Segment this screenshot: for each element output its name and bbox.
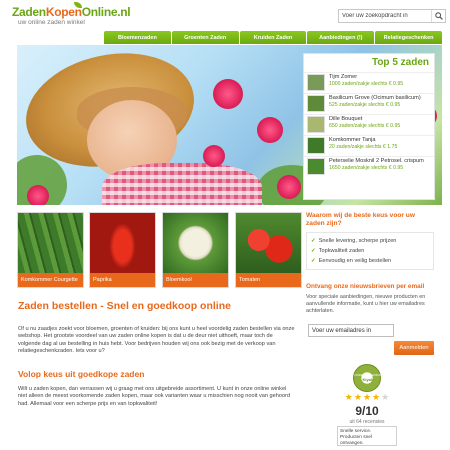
top5-panel: Top 5 zaden Tijm Zomer 1000 zaden/zakje s… — [303, 53, 435, 200]
list-item: ✓ Eenvoudig en veilig bestellen — [311, 258, 392, 264]
category-label[interactable]: Komkommer Courgette — [18, 273, 83, 287]
why-us-panel: Waarom wij de beste keus voor uw zaden z… — [306, 212, 434, 278]
search-box[interactable]: Voer uw zoekopdracht in — [338, 9, 446, 23]
nav-item-kruiden-zaden[interactable]: Kruiden Zaden — [239, 31, 307, 44]
award-seal-icon: ONDERSCHEIDING Kiyoh — [353, 364, 382, 392]
product-thumbnail — [307, 116, 325, 133]
category-label[interactable]: Paprika — [90, 273, 155, 287]
why-us-title: Waarom wij de beste keus voor uw zaden z… — [306, 212, 415, 227]
tomato-image — [236, 213, 301, 273]
logo-name: ZadenKopenOnline.nl — [12, 5, 131, 19]
nav-item-bloemenzaden[interactable]: Bloemenzaden — [104, 31, 171, 44]
star-rating: ★ ★ ★ ★ ★ — [336, 393, 398, 403]
search-button[interactable] — [431, 10, 445, 22]
intro-paragraph: Of u nu zaadjes zoekt voor bloemen, groe… — [18, 326, 295, 355]
category-label[interactable]: Bloemkool — [163, 273, 228, 287]
category-tile-paprika[interactable]: Paprika — [89, 212, 156, 288]
list-item: ✓ Topkwaliteit zaden — [311, 248, 365, 254]
logo-tagline: uw online zaden winkel — [18, 19, 85, 26]
list-item[interactable]: Tijm Zomer 1000 zaden/zakje slechts € 0.9… — [304, 72, 434, 93]
product-thumbnail — [307, 158, 325, 175]
check-icon: ✓ — [311, 238, 316, 244]
search-input[interactable]: Voer uw zoekopdracht in — [339, 13, 431, 19]
newsletter-text: Voor speciale aanbiedingen, nieuwe produ… — [306, 294, 426, 314]
cucumber-image — [18, 213, 83, 273]
product-thumbnail — [307, 137, 325, 154]
list-item[interactable]: Komkommer Tanja 20 zaden/zakje slechts € … — [304, 135, 434, 156]
section-heading: Volop keus uit goedkope zaden — [18, 369, 145, 379]
list-item: ✓ Snelle levering, scherpe prijzen — [311, 238, 397, 244]
search-icon — [434, 12, 443, 20]
cauliflower-image — [163, 213, 228, 273]
list-item[interactable]: Basilicum Grove (Ocimum basilicum) 525 za… — [304, 93, 434, 114]
site-logo[interactable]: ZadenKopenOnline.nl uw online zaden wink… — [12, 2, 131, 35]
nav-item-groenten-zaden[interactable]: Groenten Zaden — [171, 31, 239, 44]
category-tile-bloemkool[interactable]: Bloemkool — [162, 212, 229, 288]
star-icon: ★ — [353, 393, 362, 403]
list-item[interactable]: Dille Bouquet 650 zaden/zakje slechts € 0… — [304, 114, 434, 135]
check-icon: ✓ — [311, 258, 316, 264]
review-quote: Snelle service. Producten snel ontvangen… — [337, 426, 397, 446]
top5-title: Top 5 zaden — [371, 57, 429, 68]
why-us-list: ✓ Snelle levering, scherpe prijzen ✓ Topkw… — [306, 232, 434, 270]
star-icon: ★ — [344, 393, 353, 403]
star-icon: ★ — [372, 393, 381, 403]
list-item[interactable]: Peterselie Mosknil 2 Petrosel. crispum 16… — [304, 156, 434, 177]
category-label[interactable]: Tomaten — [236, 273, 301, 287]
product-thumbnail — [307, 95, 325, 112]
review-count: uit 64 recensies — [349, 419, 385, 425]
page-title: Zaden bestellen - Snel en goedkoop onlin… — [18, 300, 231, 312]
newsletter-title: Ontvang onze nieuwsbrieven per email — [306, 283, 425, 290]
product-thumbnail — [307, 74, 325, 91]
star-icon: ★ — [381, 393, 390, 403]
category-tile-tomaten[interactable]: Tomaten — [235, 212, 302, 288]
main-nav: Bloemenzaden Groenten Zaden Kruiden Zade… — [104, 31, 442, 44]
star-icon: ★ — [362, 393, 372, 403]
check-icon: ✓ — [311, 248, 316, 254]
review-badge[interactable]: ONDERSCHEIDING Kiyoh ★ ★ ★ ★ ★ 9/10 uit 64 r… — [333, 364, 401, 446]
pepper-image — [90, 213, 155, 273]
category-tile-komkommer[interactable]: Komkommer Courgette — [17, 212, 84, 288]
rating-score: 9/10 — [355, 404, 379, 418]
nav-item-relatiegeschenken[interactable]: Relatiegeschenken — [375, 31, 442, 44]
subscribe-button[interactable]: Aanmelden — [394, 341, 434, 355]
nav-item-aanbiedingen[interactable]: Aanbiedingen (!) — [307, 31, 375, 44]
assortment-paragraph: Wilt u zaden kopen, dan verrassen wij u … — [18, 386, 291, 407]
email-field[interactable]: Voer uw emailadres in — [308, 324, 394, 337]
